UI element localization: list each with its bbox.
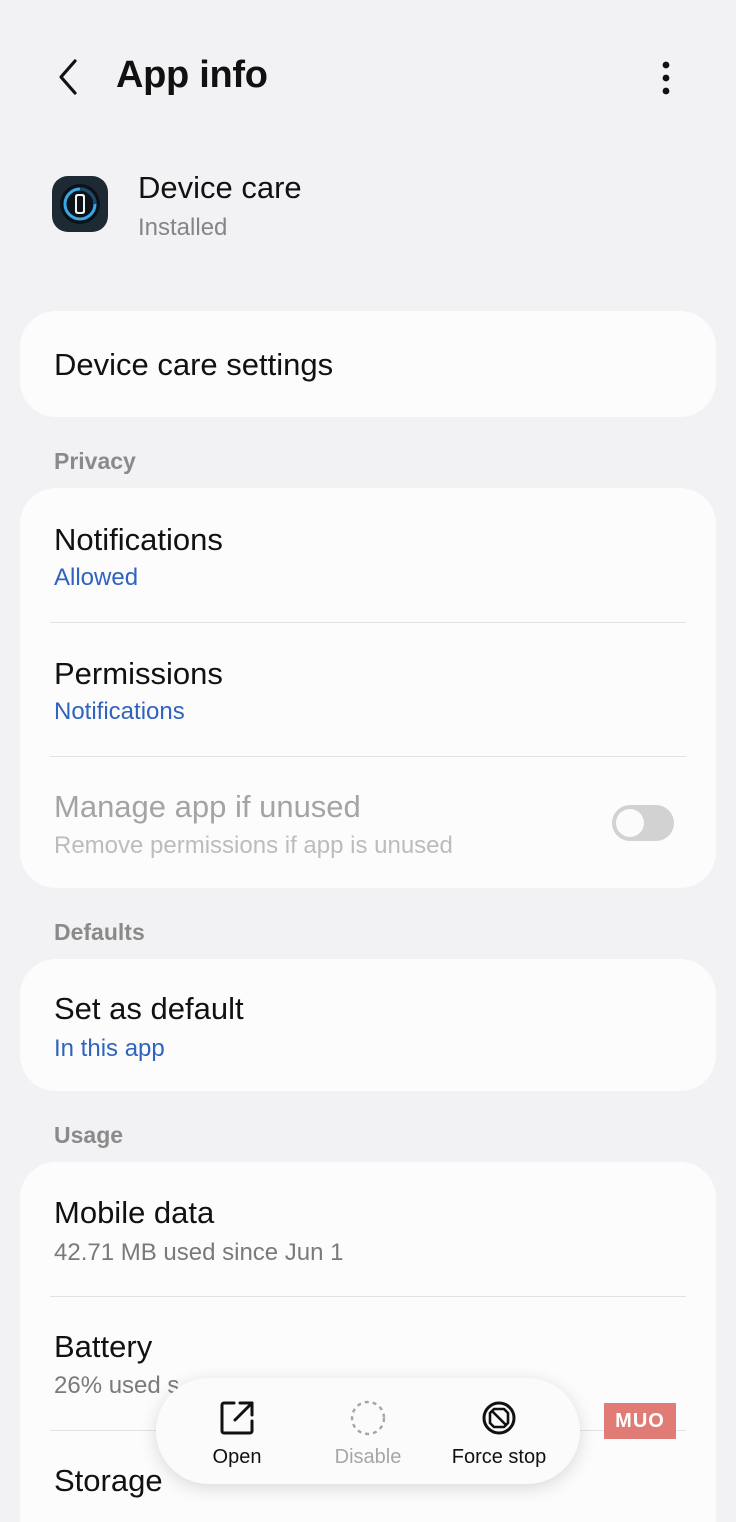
force-stop-label: Force stop [451, 1446, 547, 1468]
back-button[interactable] [50, 52, 86, 102]
mobile-data-title: Mobile data [54, 1195, 215, 1230]
more-vertical-icon [662, 61, 670, 95]
app-name: Device care [138, 170, 302, 205]
mobile-data-row[interactable]: Mobile data 42.71 MB used since Jun 1 [20, 1162, 716, 1296]
open-label: Open [212, 1446, 262, 1468]
more-options-button[interactable] [650, 56, 682, 100]
storage-title: Storage [54, 1463, 163, 1498]
app-settings-row[interactable]: Device care settings [20, 311, 716, 417]
manage-unused-description: Remove permissions if app is unused [54, 832, 453, 859]
manage-unused-toggle[interactable] [612, 805, 674, 841]
notifications-row[interactable]: Notifications Allowed [20, 488, 716, 622]
section-header-usage: Usage [54, 1122, 124, 1148]
disable-button[interactable]: Disable [303, 1378, 433, 1484]
open-button[interactable]: Open [172, 1378, 302, 1484]
page-title: App info [116, 54, 268, 96]
app-install-status: Installed [138, 214, 228, 241]
toggle-knob [616, 809, 644, 837]
permissions-summary: Notifications [54, 698, 185, 725]
set-as-default-row[interactable]: Set as default In this app [20, 959, 716, 1091]
section-header-privacy: Privacy [54, 448, 136, 474]
disable-label: Disable [334, 1446, 402, 1468]
disable-icon [348, 1398, 388, 1438]
privacy-card: Notifications Allowed Permissions Notifi… [20, 488, 716, 888]
open-external-icon [217, 1398, 257, 1438]
app-settings-card[interactable]: Device care settings [20, 311, 716, 417]
app-action-bar: Open Disable Force stop [156, 1378, 580, 1484]
app-summary: Device care Installed [52, 170, 692, 252]
top-app-bar: App info [0, 0, 736, 150]
set-as-default-title: Set as default [54, 991, 244, 1026]
force-stop-icon [479, 1398, 519, 1438]
notifications-title: Notifications [54, 522, 223, 557]
device-care-icon [52, 176, 108, 232]
manage-unused-row: Manage app if unused Remove permissions … [20, 757, 716, 888]
muo-watermark-logo: MUO [604, 1403, 676, 1439]
force-stop-button[interactable]: Force stop [434, 1378, 564, 1484]
manage-unused-title: Manage app if unused [54, 789, 361, 824]
section-header-defaults: Defaults [54, 919, 145, 945]
mobile-data-summary: 42.71 MB used since Jun 1 [54, 1239, 344, 1266]
app-settings-label: Device care settings [54, 347, 334, 382]
set-as-default-summary: In this app [54, 1035, 165, 1062]
permissions-title: Permissions [54, 656, 223, 691]
permissions-row[interactable]: Permissions Notifications [20, 623, 716, 756]
battery-summary: 26% used s [54, 1372, 180, 1399]
defaults-card: Set as default In this app [20, 959, 716, 1091]
battery-title: Battery [54, 1329, 153, 1364]
notifications-status: Allowed [54, 564, 139, 591]
chevron-left-icon [59, 59, 77, 95]
